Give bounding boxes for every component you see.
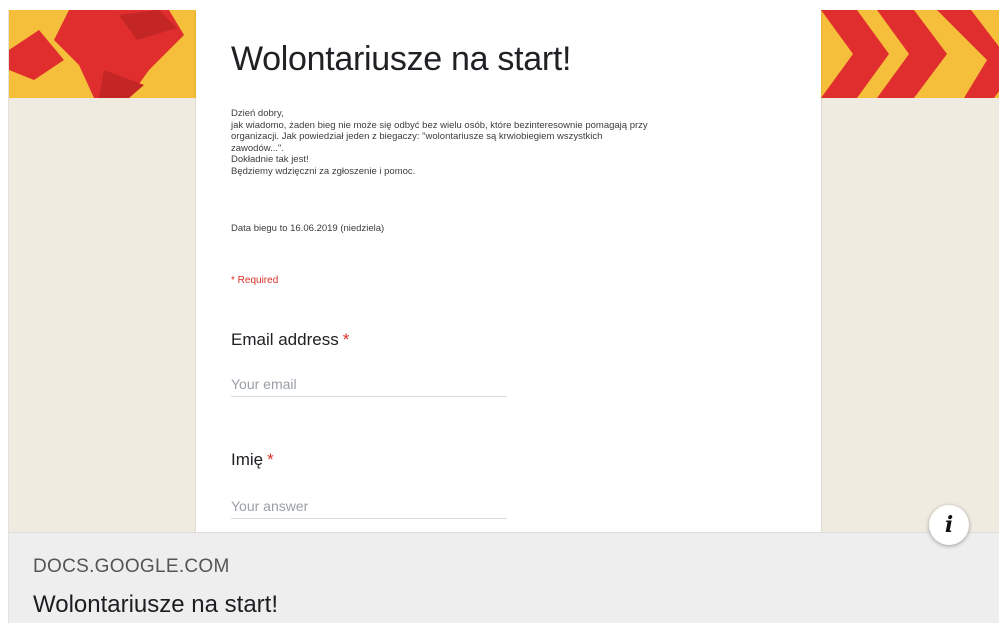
link-preview-footer[interactable]: DOCS.GOOGLE.COM Wolontariusze na start! bbox=[9, 532, 999, 623]
description-line: Dzień dobry, bbox=[231, 108, 284, 119]
link-preview-card[interactable]: Wolontariusze na start! Dzień dobry, jak… bbox=[8, 10, 999, 623]
required-star: * bbox=[342, 330, 350, 349]
email-label-text: Email address bbox=[231, 330, 339, 349]
race-date: Data biegu to 16.06.2019 (niedziela) bbox=[231, 223, 385, 234]
description-line: jak wiadomo, żaden bieg nie może się odb… bbox=[231, 119, 648, 131]
form-description: Dzień dobry, jak wiadomo, żaden bieg nie… bbox=[231, 108, 791, 177]
required-note: * Required bbox=[231, 275, 279, 286]
description-line: Dokładnie tak jest! bbox=[231, 154, 309, 165]
description-line: organizacji. Jak powiedział jeden z bieg… bbox=[231, 131, 603, 142]
info-button[interactable]: i bbox=[929, 505, 969, 545]
email-question-label: Email address * bbox=[231, 330, 349, 350]
link-domain: DOCS.GOOGLE.COM bbox=[33, 556, 230, 577]
email-input[interactable] bbox=[231, 372, 507, 397]
description-line: Będziemy wdzięczni za zgłoszenie i pomoc… bbox=[231, 165, 416, 177]
link-title[interactable]: Wolontariusze na start! bbox=[33, 591, 278, 619]
form-sheet: Wolontariusze na start! Dzień dobry, jak… bbox=[196, 10, 821, 532]
form-title: Wolontariusze na start! bbox=[231, 40, 572, 78]
required-star: * bbox=[267, 450, 274, 469]
description-line: zawodów...". bbox=[231, 142, 285, 154]
name-question-label: Imię * bbox=[231, 450, 274, 470]
info-icon: i bbox=[944, 512, 954, 538]
name-label-text: Imię bbox=[231, 450, 264, 469]
name-input[interactable] bbox=[231, 494, 507, 519]
